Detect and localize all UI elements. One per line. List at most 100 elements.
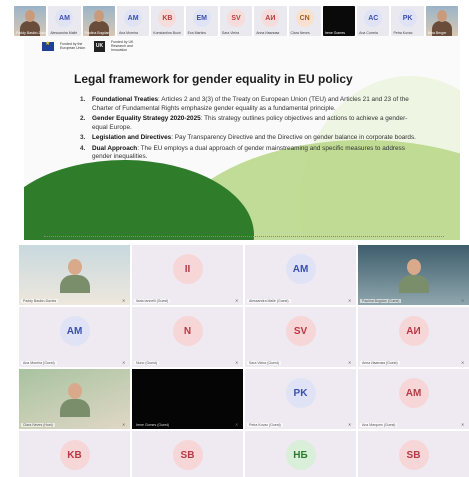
participant-tile[interactable]: Clara Neves (Host) ✕: [19, 369, 130, 429]
avatar: PK: [285, 378, 316, 408]
slide-list: 1. Foundational Treaties: Articles 2 and …: [80, 96, 420, 164]
participant-name: Sara Vieira (Guest): [247, 361, 281, 365]
strip-thumbnail[interactable]: Paulina Bogdan: [82, 6, 115, 36]
participant-name: Petra Kovac (Guest): [247, 423, 283, 427]
avatar: SB: [172, 440, 203, 470]
participant-tile[interactable]: AM Ana Marques (Guest) ✕: [358, 369, 469, 429]
ukri-logo-icon: UK: [94, 40, 105, 52]
participant-tile[interactable]: Paddy Baskin-Davies ✕: [19, 245, 130, 305]
slide-title: Legal framework for gender equality in E…: [74, 72, 353, 86]
list-number: 4.: [80, 144, 86, 152]
list-text: Foundational Treaties: Articles 2 and 3(…: [92, 96, 420, 113]
strip-thumbnail[interactable]: EM Eva Martins: [185, 6, 218, 36]
mic-muted-icon: ✕: [461, 360, 465, 365]
avatar: AC: [364, 9, 383, 27]
participant-tile[interactable]: НБНаталья Белова (Guest)✕: [245, 431, 356, 477]
participant-tile[interactable]: SBSofia Barros (Guest)✕: [132, 431, 243, 477]
strip-thumbnail[interactable]: AC Ana Correia: [357, 6, 390, 36]
list-number: 3.: [80, 134, 86, 141]
list-heading: Legislation and Directives: [92, 134, 172, 141]
list-description: : Pay Transparency Directive and the Dir…: [171, 134, 416, 141]
participant-tile[interactable]: II Ilaria Iannelli (Guest) ✕: [132, 245, 243, 305]
strip-thumbnail[interactable]: Irene Gomes: [322, 6, 356, 36]
strip-thumbnail[interactable]: KB Konstantina Bouri: [151, 6, 184, 36]
eu-flag-icon: [42, 40, 54, 51]
participant-name: Sara Vieira: [221, 31, 240, 35]
mic-muted-icon: ✕: [122, 422, 126, 427]
participant-name: Nina Berger: [427, 31, 447, 35]
avatar: EM: [192, 9, 211, 27]
slide-decoration: [24, 160, 254, 240]
participant-tile[interactable]: SBSusana Brito (Guest)✕: [358, 431, 469, 477]
participant-name: Ana Moreira: [118, 31, 139, 35]
avatar: AM: [124, 9, 143, 27]
avatar: SB: [398, 440, 429, 470]
avatar: АИ: [398, 316, 429, 346]
strip-thumbnail[interactable]: Paddy Baskin-Davies: [14, 6, 47, 36]
avatar: N: [172, 316, 203, 346]
mic-muted-icon: ✕: [348, 360, 352, 365]
participant-name: Petra Kovac: [393, 31, 413, 35]
list-number: 2.: [80, 115, 86, 122]
participant-tile[interactable]: N Nuno (Guest) ✕: [132, 307, 243, 367]
avatar: AM: [285, 254, 316, 284]
video-feed: [93, 10, 104, 22]
avatar: AM: [55, 9, 74, 27]
participant-tile[interactable]: KBKonstantina Bouri (Guest)✕: [19, 431, 130, 477]
mic-muted-icon: ✕: [122, 360, 126, 365]
mic-muted-icon: ✕: [235, 422, 239, 427]
slide-list-item: 2. Gender Equality Strategy 2020-2025: Th…: [80, 115, 420, 132]
avatar: CN: [295, 9, 314, 27]
participant-name: Анна Иванова (Guest): [360, 361, 400, 365]
participant-tile[interactable]: AM Alessandra Mallé (Guest) ✕: [245, 245, 356, 305]
slide-logos: Funded by the European Union UK Funded b…: [42, 40, 139, 52]
slide-list-item: 3. Legislation and Directives: Pay Transp…: [80, 134, 420, 143]
participant-name: Ana Moreira (Guest): [21, 361, 57, 365]
participant-name: Clara Neves (Host): [21, 423, 55, 427]
avatar: KB: [158, 9, 177, 27]
video-feed: [398, 259, 429, 293]
video-feed: [59, 383, 90, 417]
strip-thumbnail[interactable]: SV Sara Vieira: [219, 6, 253, 36]
ukri-logo-text: Funded by UK Research and Innovation: [111, 40, 134, 52]
list-text: Dual Approach: The EU employs a dual app…: [92, 145, 420, 162]
strip-thumbnail[interactable]: AM Alessandra Mallé: [48, 6, 81, 36]
mic-muted-icon: ✕: [122, 298, 126, 303]
list-heading: Dual Approach: [92, 144, 138, 152]
participant-name: Clara Neves: [290, 31, 310, 35]
avatar: AM: [398, 378, 429, 408]
avatar: НБ: [285, 440, 316, 470]
participant-tile[interactable]: Paulina Bogdan (Guest) ✕: [358, 245, 469, 305]
list-heading: Foundational Treaties: [92, 96, 159, 103]
mic-muted-icon: ✕: [461, 422, 465, 427]
participant-tile[interactable]: AM Ana Moreira (Guest) ✕: [19, 307, 130, 367]
participant-name: Ana Correia: [359, 31, 378, 35]
participant-name: Ana Marques (Guest): [360, 423, 398, 427]
strip-thumbnail[interactable]: PK Petra Kovac: [391, 6, 424, 36]
list-heading: Gender Equality Strategy 2020-2025: [92, 115, 201, 122]
strip-thumbnail[interactable]: CN Clara Neves: [288, 6, 321, 36]
participant-name: Paddy Baskin-Davies: [21, 299, 59, 303]
strip-thumbnail[interactable]: Nina Berger: [425, 6, 459, 36]
participant-name: Paulina Bogdan: [84, 31, 110, 35]
participant-name: Konstantina Bouri: [153, 31, 181, 35]
avatar: SV: [285, 316, 316, 346]
strip-thumbnail[interactable]: AM Ana Moreira: [116, 6, 150, 36]
shared-slide: Funded by the European Union UK Funded b…: [24, 36, 460, 240]
participant-grid: Paddy Baskin-Davies ✕ II Ilaria Iannelli (G…: [19, 245, 469, 477]
participant-name: Eva Martins: [187, 31, 207, 35]
strip-thumbnail[interactable]: АИ Анна Иванова: [254, 6, 287, 36]
avatar: SV: [227, 9, 246, 27]
participant-name: Alessandra Mallé (Guest): [247, 299, 291, 303]
participant-tile[interactable]: Irene Gomes (Guest) ✕: [132, 369, 243, 429]
participant-tile[interactable]: SV Sara Vieira (Guest) ✕: [245, 307, 356, 367]
mic-muted-icon: ✕: [348, 298, 352, 303]
participant-name: Alessandra Mallé: [50, 31, 78, 35]
participant-name: Ilaria Iannelli (Guest): [134, 299, 171, 303]
slide-list-item: 1. Foundational Treaties: Articles 2 and …: [80, 96, 420, 113]
eu-logo-text: Funded by the European Union: [60, 42, 86, 50]
participant-tile[interactable]: АИ Анна Иванова (Guest) ✕: [358, 307, 469, 367]
slide-list-item: 4. Dual Approach: The EU employs a dual a…: [80, 145, 420, 162]
video-feed: [436, 10, 447, 22]
participant-tile[interactable]: PK Petra Kovac (Guest) ✕: [245, 369, 356, 429]
